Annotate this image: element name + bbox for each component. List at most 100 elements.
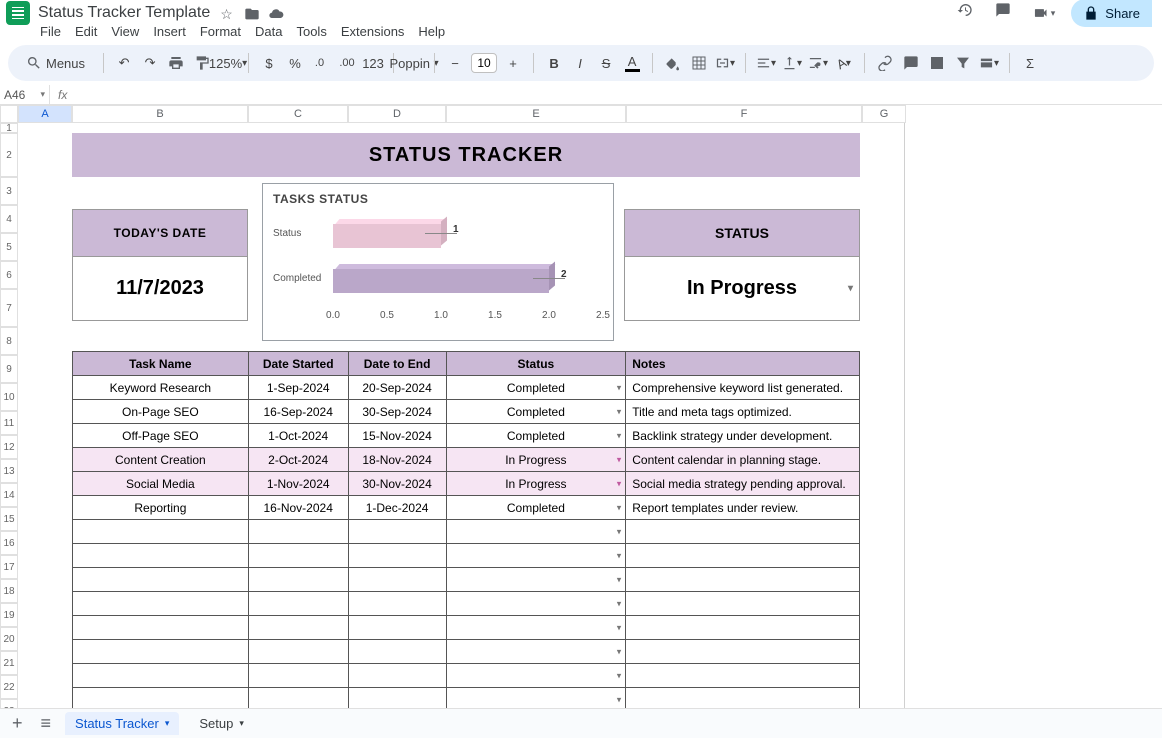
row-header-13[interactable]: 13 <box>0 459 18 483</box>
cell-status[interactable]: Completed▾ <box>446 424 626 448</box>
h-align-button[interactable]: ▾ <box>756 53 776 73</box>
menu-format[interactable]: Format <box>200 24 241 39</box>
table-row[interactable]: On-Page SEO16-Sep-202430-Sep-2024Complet… <box>73 400 860 424</box>
cell-end[interactable]: 18-Nov-2024 <box>348 448 446 472</box>
row-header-14[interactable]: 14 <box>0 483 18 507</box>
formula-input[interactable] <box>75 85 1162 104</box>
font-size-minus[interactable]: − <box>445 53 465 73</box>
cell-start[interactable]: 1-Nov-2024 <box>248 472 348 496</box>
cell-end[interactable]: 30-Nov-2024 <box>348 472 446 496</box>
rotate-button[interactable]: A▾ <box>834 53 854 73</box>
cell-status[interactable]: Completed▾ <box>446 400 626 424</box>
name-box[interactable]: A46 ▾ <box>0 85 50 104</box>
row-header-6[interactable]: 6 <box>0 261 18 289</box>
redo-button[interactable]: ↷ <box>140 53 160 73</box>
cell-status[interactable]: In Progress▾ <box>446 472 626 496</box>
row-header-9[interactable]: 9 <box>0 355 18 383</box>
cell-end[interactable]: 1-Dec-2024 <box>348 496 446 520</box>
cell-notes[interactable]: Social media strategy pending approval. <box>626 472 860 496</box>
row-header-22[interactable]: 22 <box>0 675 18 699</box>
cell-start[interactable]: 16-Sep-2024 <box>248 400 348 424</box>
history-icon[interactable] <box>957 2 979 24</box>
cell-notes[interactable]: Backlink strategy under development. <box>626 424 860 448</box>
row-header-1[interactable]: 1 <box>0 123 18 133</box>
print-button[interactable] <box>166 53 186 73</box>
row-header-15[interactable]: 15 <box>0 507 18 531</box>
column-header-B[interactable]: B <box>72 105 248 123</box>
cell-task[interactable]: Off-Page SEO <box>73 424 249 448</box>
table-row[interactable]: Off-Page SEO1-Oct-202415-Nov-2024Complet… <box>73 424 860 448</box>
font-family-select[interactable]: Poppin ▾ <box>404 53 424 73</box>
row-headers[interactable]: 123456789101112131415161718192021222324 <box>0 123 18 708</box>
move-icon[interactable] <box>244 6 258 20</box>
column-header-E[interactable]: E <box>446 105 626 123</box>
col-task-name[interactable]: Task Name <box>73 352 249 376</box>
sheets-logo-icon[interactable] <box>6 1 30 25</box>
row-header-23[interactable]: 23 <box>0 699 18 708</box>
cell-status[interactable]: ▾ <box>446 544 626 568</box>
comments-icon[interactable] <box>995 2 1017 24</box>
tasks-table[interactable]: Task Name Date Started Date to End Statu… <box>72 351 860 708</box>
cell-status[interactable]: ▾ <box>446 688 626 709</box>
today-date-value[interactable]: 11/7/2023 <box>72 257 248 321</box>
add-sheet-button[interactable]: + <box>8 709 27 738</box>
menu-insert[interactable]: Insert <box>153 24 186 39</box>
table-row-empty[interactable]: ▾ <box>73 568 860 592</box>
column-header-G[interactable]: G <box>862 105 906 123</box>
cell-start[interactable]: 2-Oct-2024 <box>248 448 348 472</box>
cell-start[interactable]: 16-Nov-2024 <box>248 496 348 520</box>
menu-file[interactable]: File <box>40 24 61 39</box>
merge-button[interactable]: ▾ <box>715 53 735 73</box>
row-header-11[interactable]: 11 <box>0 411 18 435</box>
row-header-8[interactable]: 8 <box>0 327 18 355</box>
row-header-2[interactable]: 2 <box>0 133 18 177</box>
document-title[interactable]: Status Tracker Template <box>38 4 210 22</box>
column-header-F[interactable]: F <box>626 105 862 123</box>
menu-edit[interactable]: Edit <box>75 24 97 39</box>
table-row[interactable]: Keyword Research1-Sep-202420-Sep-2024Com… <box>73 376 860 400</box>
row-header-19[interactable]: 19 <box>0 603 18 627</box>
borders-button[interactable] <box>689 53 709 73</box>
cloud-status-icon[interactable] <box>268 6 282 20</box>
sheet-tab-setup[interactable]: Setup ▾ <box>189 712 254 735</box>
cell-status[interactable]: ▾ <box>446 592 626 616</box>
star-icon[interactable]: ☆ <box>220 6 234 20</box>
cell-end[interactable]: 15-Nov-2024 <box>348 424 446 448</box>
zoom-select[interactable]: 125% ▾ <box>218 53 238 73</box>
cell-status[interactable]: In Progress▾ <box>446 448 626 472</box>
table-row-empty[interactable]: ▾ <box>73 592 860 616</box>
row-header-10[interactable]: 10 <box>0 383 18 411</box>
cell-status[interactable]: ▾ <box>446 640 626 664</box>
link-button[interactable] <box>875 53 895 73</box>
table-row-empty[interactable]: ▾ <box>73 688 860 709</box>
column-header-C[interactable]: C <box>248 105 348 123</box>
table-row[interactable]: Content Creation2-Oct-202418-Nov-2024In … <box>73 448 860 472</box>
row-header-7[interactable]: 7 <box>0 289 18 327</box>
format-currency-button[interactable]: $ <box>259 53 279 73</box>
filter-button[interactable] <box>953 53 973 73</box>
row-header-4[interactable]: 4 <box>0 205 18 233</box>
all-sheets-button[interactable]: ≡ <box>37 709 56 738</box>
cell-status[interactable]: ▾ <box>446 568 626 592</box>
undo-button[interactable]: ↶ <box>114 53 134 73</box>
row-header-5[interactable]: 5 <box>0 233 18 261</box>
table-row-empty[interactable]: ▾ <box>73 640 860 664</box>
table-row-empty[interactable]: ▾ <box>73 520 860 544</box>
row-header-16[interactable]: 16 <box>0 531 18 555</box>
cell-task[interactable]: Keyword Research <box>73 376 249 400</box>
cell-notes[interactable]: Comprehensive keyword list generated. <box>626 376 860 400</box>
cell-start[interactable]: 1-Oct-2024 <box>248 424 348 448</box>
row-header-21[interactable]: 21 <box>0 651 18 675</box>
menu-help[interactable]: Help <box>418 24 445 39</box>
col-status[interactable]: Status <box>446 352 626 376</box>
font-size-plus[interactable]: + <box>503 53 523 73</box>
bold-button[interactable]: B <box>544 53 564 73</box>
row-header-17[interactable]: 17 <box>0 555 18 579</box>
cell-status[interactable]: Completed▾ <box>446 496 626 520</box>
increase-decimal-button[interactable]: .00 <box>337 53 357 73</box>
table-row-empty[interactable]: ▾ <box>73 664 860 688</box>
cell-end[interactable]: 20-Sep-2024 <box>348 376 446 400</box>
cell-task[interactable]: Reporting <box>73 496 249 520</box>
cell-notes[interactable]: Content calendar in planning stage. <box>626 448 860 472</box>
table-views-button[interactable]: ▾ <box>979 53 999 73</box>
